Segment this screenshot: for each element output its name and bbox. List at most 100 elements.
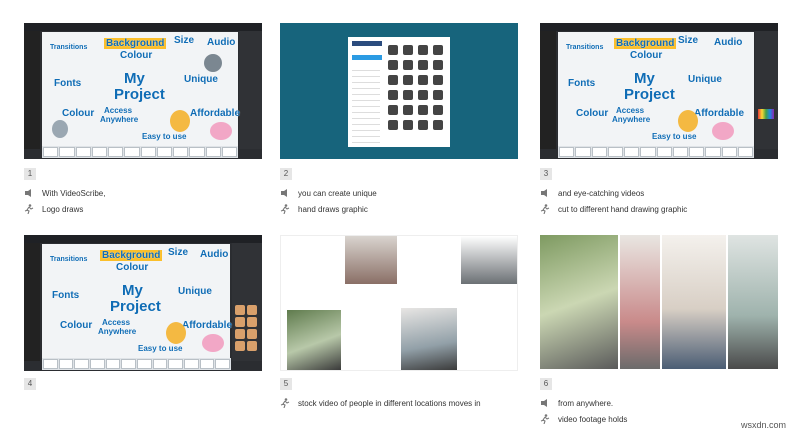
canvas-word-my: My: [634, 70, 655, 87]
editor-title-bar: [24, 23, 262, 31]
storyboard-frame-5[interactable]: [280, 235, 518, 371]
canvas-word-anywhere: Anywhere: [100, 115, 139, 124]
frame-number: 2: [280, 168, 292, 180]
picker-image-grid[interactable]: [388, 45, 443, 130]
caption-line: cut to different hand drawing graphic: [540, 204, 687, 214]
caption-text: Logo draws: [42, 204, 84, 214]
running-figure-icon: [24, 204, 36, 214]
bag-icon: [202, 334, 224, 352]
canvas-word-fonts: Fonts: [54, 78, 82, 89]
canvas-word-easy-to-use: Easy to use: [652, 132, 697, 141]
storyboard-frame-3[interactable]: Transitions Background Colour Size Audio…: [540, 23, 778, 159]
editor-left-panel: [24, 243, 40, 361]
canvas-word-unique: Unique: [688, 74, 722, 85]
running-figure-icon: [280, 398, 292, 408]
canvas-word-my: My: [124, 70, 145, 87]
canvas-word-audio: Audio: [714, 37, 743, 48]
caption-text: cut to different hand drawing graphic: [558, 204, 688, 214]
caption-text: With VideoScribe,: [42, 188, 106, 198]
canvas-word-project: Project: [114, 86, 165, 103]
canvas-word-audio: Audio: [207, 37, 236, 48]
canvas-word-transitions: Transitions: [50, 256, 88, 263]
editor-canvas: Transitions Background Colour Size Audio…: [42, 32, 240, 148]
caption-line: video footage holds: [540, 414, 627, 424]
bag-icon: [712, 122, 734, 140]
storyboard-frame-1[interactable]: Transitions Background Colour Size Audio…: [24, 23, 262, 159]
timeline-strip[interactable]: [42, 146, 238, 158]
collage-photo-outdoor: [540, 235, 618, 369]
canvas-word-transitions: Transitions: [566, 44, 604, 51]
colour-palette[interactable]: [758, 109, 774, 119]
caption-line: you can create unique: [280, 188, 377, 198]
caption-text: you can create unique: [298, 188, 377, 198]
canvas-word-anywhere: Anywhere: [612, 115, 651, 124]
lightbulb-icon: [166, 322, 186, 344]
storyboard-frame-4[interactable]: Transitions Background Colour Size Audio…: [24, 235, 262, 371]
image-picker-panel: [348, 37, 450, 147]
picker-category-list[interactable]: [352, 65, 380, 145]
caption-line: and eye-catching videos: [540, 188, 644, 198]
canvas-word-background: Background: [614, 38, 677, 49]
canvas-word-affordable: Affordable: [694, 108, 744, 119]
canvas-word-access: Access: [616, 106, 645, 115]
running-figure-icon: [540, 414, 552, 424]
canvas-word-background: Background: [100, 250, 163, 261]
stock-photo-3: [287, 310, 341, 370]
timeline-strip[interactable]: [42, 358, 231, 370]
caption-line: Logo draws: [24, 204, 83, 214]
caption-line: from anywhere.: [540, 398, 613, 408]
editor-left-panel: [540, 31, 556, 149]
paint-can-icon: [52, 120, 68, 138]
lightbulb-icon: [678, 110, 698, 132]
canvas-word-size: Size: [168, 247, 189, 258]
editor-right-panel: [232, 243, 262, 361]
caption-line: With VideoScribe,: [24, 188, 105, 198]
running-figure-icon: [540, 204, 552, 214]
collage-photo-window: [728, 235, 778, 369]
picker-search-bar[interactable]: [352, 41, 382, 46]
frame-number: 3: [540, 168, 552, 180]
frame-number: 1: [24, 168, 36, 180]
editor-left-panel: [24, 31, 40, 149]
running-figure-icon: [280, 204, 292, 214]
frame-number: 4: [24, 378, 36, 390]
collage-photo-office: [662, 235, 726, 369]
canvas-word-audio: Audio: [200, 249, 229, 260]
bag-icon: [210, 122, 232, 140]
canvas-word-colour-2: Colour: [60, 320, 93, 331]
canvas-word-project: Project: [624, 86, 675, 103]
stock-photo-2: [461, 236, 517, 284]
hand-picker-grid[interactable]: [235, 305, 257, 351]
timeline-strip[interactable]: [558, 146, 754, 158]
editor-title-bar: [540, 23, 778, 31]
speaker-icon: [540, 188, 552, 198]
caption-text: and eye-catching videos: [558, 188, 645, 198]
storyboard-frame-6[interactable]: [540, 235, 778, 371]
speaker-icon: [540, 398, 552, 408]
editor-screenshot: Transitions Background Colour Size Audio…: [540, 23, 778, 159]
speaker-icon: [280, 188, 292, 198]
canvas-word-fonts: Fonts: [52, 290, 80, 301]
picker-selected-category[interactable]: [352, 55, 382, 60]
storyboard-frame-2[interactable]: [280, 23, 518, 159]
frame-number: 5: [280, 378, 292, 390]
canvas-word-affordable: Affordable: [182, 320, 232, 331]
editor-right-panel: [239, 31, 262, 149]
canvas-word-colour-2: Colour: [62, 108, 95, 119]
canvas-word-size: Size: [174, 35, 195, 46]
speaker-icon: [24, 188, 36, 198]
canvas-word-project: Project: [110, 298, 161, 315]
stock-photo-1: [345, 236, 397, 284]
canvas-word-transitions: Transitions: [50, 44, 88, 51]
canvas-word-anywhere: Anywhere: [98, 327, 137, 336]
canvas-word-colour-2: Colour: [576, 108, 609, 119]
caption-text: stock video of people in different locat…: [298, 398, 481, 408]
editor-title-bar: [24, 235, 262, 243]
editor-canvas: Transitions Background Colour Size Audio…: [42, 244, 232, 360]
canvas-word-affordable: Affordable: [190, 108, 240, 119]
caption-line: hand draws graphic: [280, 204, 368, 214]
frame-number: 6: [540, 378, 552, 390]
canvas-word-background: Background: [104, 38, 167, 49]
caption-text: hand draws graphic: [298, 204, 368, 214]
caption-line: stock video of people in different locat…: [280, 398, 481, 408]
